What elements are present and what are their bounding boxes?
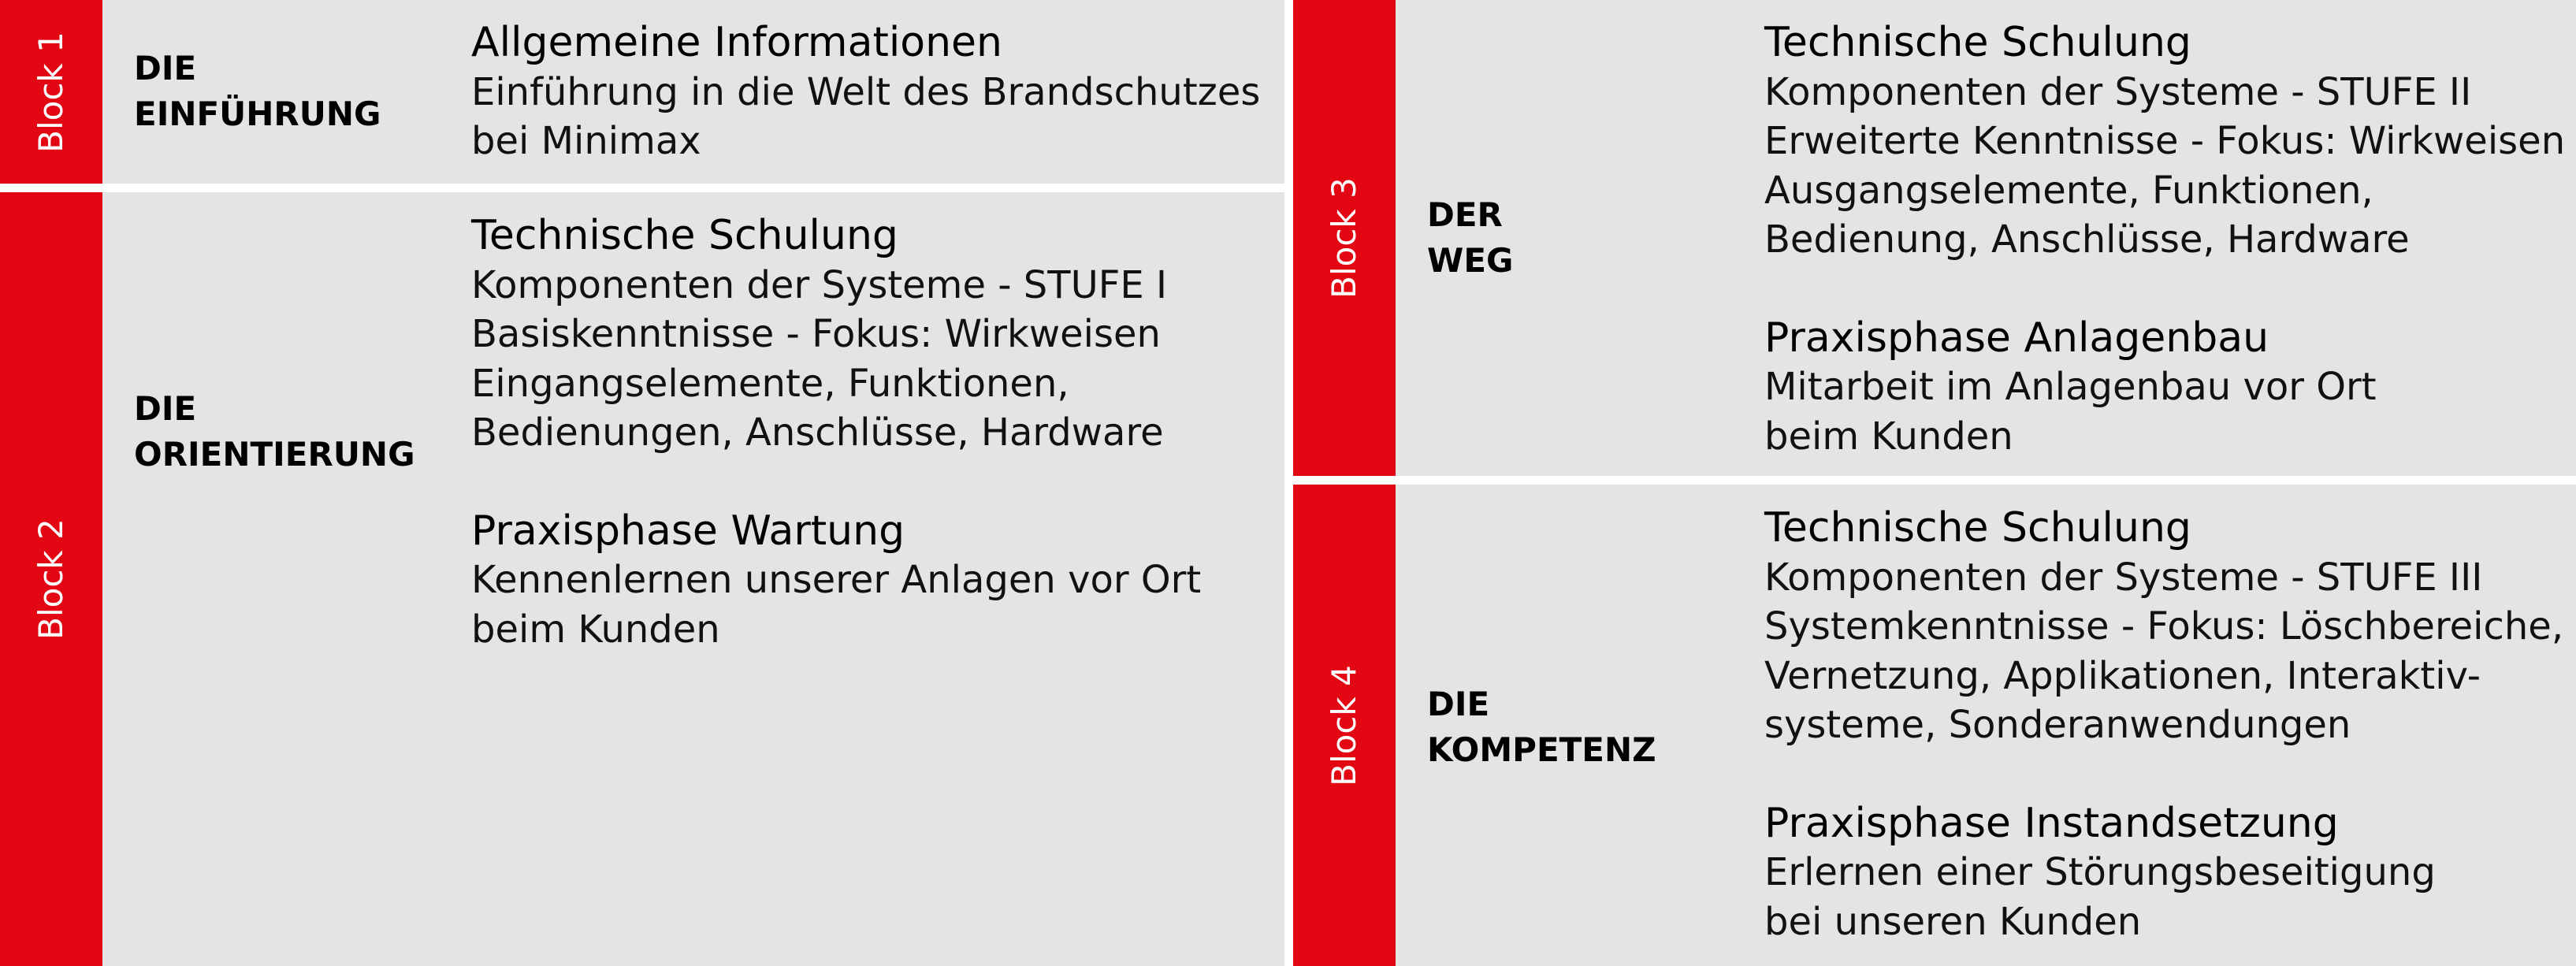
section-heading: Technische Schulung [471,212,898,259]
block-2: Block 2 DIE ORIENTIERUNG Technische Schu… [0,192,1284,966]
block-3-section-technical-training: Technische Schulung Komponenten der Syst… [1764,18,2565,265]
block-1-label: Block 1 [32,31,70,153]
block-2-title-line-2: ORIENTIERUNG [134,435,415,474]
block-4-tab: Block 4 [1293,485,1396,966]
section-line: Mitarbeit im Anlagenbau vor Ort [1764,365,2377,409]
block-4-content: Technische Schulung Komponenten der Syst… [1764,503,2563,946]
section-line: Basiskenntnisse - Fokus: Wirkweisen [471,312,1161,356]
section-line: Komponenten der Systeme - STUFE III [1764,555,2483,600]
block-2-label: Block 2 [32,518,70,640]
section-line: Bedienungen, Anschlüsse, Hardware [471,411,1164,455]
section-heading: Allgemeine Informationen [471,19,1002,66]
section-line: Bedienung, Anschlüsse, Hardware [1764,217,2410,262]
section-line: bei unseren Kunden [1764,899,2142,944]
section-line: Einführung in die Welt des Brandschutzes [471,69,1261,114]
section-line: Erweiterte Kenntnisse - Fokus: Wirkweise… [1764,119,2566,163]
section-line: beim Kunden [471,607,720,652]
block-2-content: Technische Schulung Komponenten der Syst… [471,211,1201,654]
block-3: Block 3 DER WEG Technische Schulung Komp… [1293,0,2576,476]
block-4-section-practice-phase: Praxisphase Instandsetzung Erlernen eine… [1764,799,2563,947]
section-heading: Praxisphase Instandsetzung [1764,799,2339,847]
block-3-tab: Block 3 [1293,0,1396,476]
block-1-section-general-info: Allgemeine Informationen Einführung in d… [471,18,1260,166]
block-2-title-line-1: DIE [134,389,197,428]
block-2-tab: Block 2 [0,192,102,966]
section-heading: Technische Schulung [1764,19,2191,66]
block-1-title-line-1: DIE [134,49,197,87]
section-line: systeme, Sonderanwendungen [1764,703,2351,747]
block-4-title: DIE KOMPETENZ [1427,682,1656,773]
block-1-tab: Block 1 [0,0,102,184]
section-line: Systemkenntnisse - Fokus: Löschbereiche, [1764,604,2564,648]
block-3-content: Technische Schulung Komponenten der Syst… [1764,18,2565,461]
section-line: Eingangselemente, Funktionen, [471,361,1069,406]
section-line: Komponenten der Systeme - STUFE I [471,262,1168,307]
block-4-title-line-1: DIE [1427,685,1490,723]
block-3-title-line-1: DER [1427,195,1503,234]
block-1-title: DIE EINFÜHRUNG [134,46,381,137]
section-heading: Praxisphase Anlagenbau [1764,314,2269,362]
block-3-title: DER WEG [1427,192,1514,284]
block-4-title-line-2: KOMPETENZ [1427,730,1656,769]
section-line: Vernetzung, Applikationen, Interaktiv- [1764,653,2481,698]
section-line: Ausgangselemente, Funktionen, [1764,168,2373,213]
block-1-content: Allgemeine Informationen Einführung in d… [471,18,1260,166]
block-3-title-line-2: WEG [1427,241,1514,280]
section-line: bei Minimax [471,119,701,163]
block-3-label: Block 3 [1325,177,1363,299]
block-1-title-line-2: EINFÜHRUNG [134,95,381,133]
block-4-section-technical-training: Technische Schulung Komponenten der Syst… [1764,503,2563,750]
block-2-section-practice-phase: Praxisphase Wartung Kennenlernen unserer… [471,507,1201,655]
block-4-label: Block 4 [1325,664,1363,786]
section-line: Kennenlernen unserer Anlagen vor Ort [471,558,1202,602]
section-line: Komponenten der Systeme - STUFE II [1764,69,2472,114]
section-heading: Praxisphase Wartung [471,507,905,555]
block-2-title: DIE ORIENTIERUNG [134,386,415,477]
block-3-section-practice-phase: Praxisphase Anlagenbau Mitarbeit im Anla… [1764,314,2565,462]
block-2-section-technical-training: Technische Schulung Komponenten der Syst… [471,211,1201,458]
block-4: Block 4 DIE KOMPETENZ Technische Schulun… [1293,485,2576,966]
section-line: Erlernen einer Störungsbeseitigung [1764,850,2436,894]
section-line: beim Kunden [1764,414,2013,459]
section-heading: Technische Schulung [1764,504,2191,552]
block-1: Block 1 DIE EINFÜHRUNG Allgemeine Inform… [0,0,1284,184]
